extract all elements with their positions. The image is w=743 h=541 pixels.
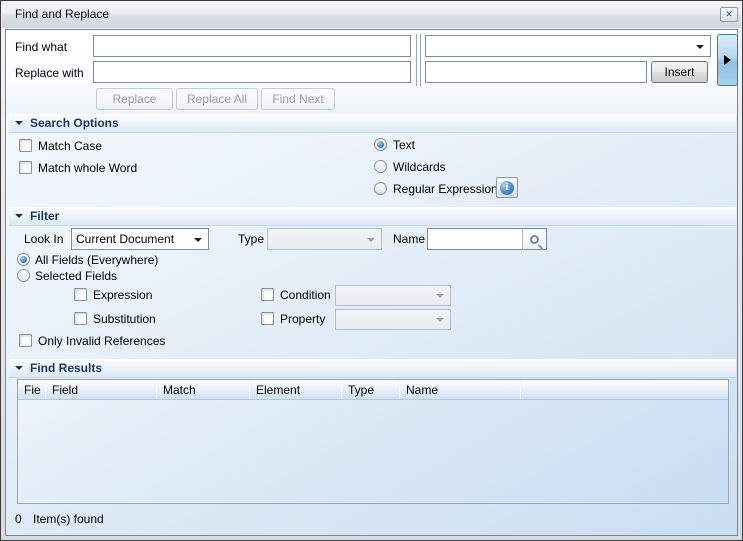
look-in-combobox[interactable]: Current Document (71, 228, 209, 250)
chevron-down-icon (194, 238, 202, 242)
column-header[interactable]: Fie (18, 380, 46, 399)
panel-divider (416, 34, 421, 86)
info-icon: i (500, 181, 514, 195)
match-case-label: Match Case (38, 139, 102, 153)
selected-fields-label: Selected Fields (35, 269, 117, 283)
condition-label: Condition (280, 288, 331, 302)
filter-title: Filter (30, 209, 59, 223)
find-next-button[interactable]: Find Next (261, 88, 335, 110)
search-icon (530, 235, 539, 244)
only-invalid-references-label: Only Invalid References (38, 334, 165, 348)
substitution-label: Substitution (93, 312, 156, 326)
mode-text-radio[interactable] (374, 138, 387, 151)
chevron-down-icon (367, 238, 375, 242)
insert-field-input[interactable] (425, 61, 647, 83)
find-results-title: Find Results (30, 361, 102, 375)
type-label: Type (238, 232, 264, 246)
all-fields-label: All Fields (Everywhere) (35, 253, 158, 267)
find-what-input[interactable] (93, 35, 411, 57)
insert-button[interactable]: Insert (651, 61, 708, 83)
substitution-checkbox (74, 312, 87, 325)
property-checkbox (261, 312, 274, 325)
column-header[interactable]: Field (46, 380, 157, 399)
find-results-header[interactable]: Find Results (9, 359, 736, 378)
search-options-header[interactable]: Search Options (9, 114, 736, 133)
column-header[interactable]: Match (157, 380, 250, 399)
replace-with-input[interactable] (93, 61, 411, 83)
window-title: Find and Replace (15, 7, 109, 21)
property-label: Property (280, 312, 325, 326)
column-header[interactable]: Element (250, 380, 342, 399)
replace-button[interactable]: Replace (96, 88, 173, 110)
look-in-value: Current Document (76, 232, 174, 246)
find-and-replace-dialog: Find and Replace ✕ Find what Replace wit… (0, 0, 743, 541)
expand-panel-button[interactable] (717, 34, 738, 86)
chevron-down-icon (436, 318, 444, 322)
arrow-right-icon (724, 55, 731, 65)
name-search-button[interactable] (522, 229, 546, 249)
mode-wildcards-label: Wildcards (393, 160, 446, 174)
look-in-label: Look In (24, 232, 63, 246)
close-button[interactable]: ✕ (720, 7, 738, 22)
all-fields-radio[interactable] (17, 253, 30, 266)
chevron-down-icon (696, 45, 704, 49)
expression-label: Expression (93, 288, 152, 302)
column-header[interactable]: Name (400, 380, 521, 399)
condition-combobox (335, 285, 451, 306)
match-whole-word-label: Match whole Word (38, 161, 137, 175)
property-combobox (335, 309, 451, 330)
regex-help-button[interactable]: i (496, 177, 518, 198)
mode-text-label: Text (393, 138, 415, 152)
replace-with-label: Replace with (15, 66, 84, 80)
type-combobox (267, 228, 382, 250)
match-whole-word-checkbox[interactable] (19, 161, 32, 174)
result-count: 0 (15, 512, 22, 526)
condition-checkbox (261, 288, 274, 301)
only-invalid-references-checkbox[interactable] (19, 334, 32, 347)
field-insert-combobox[interactable] (425, 35, 711, 57)
replace-all-button[interactable]: Replace All (176, 88, 258, 110)
status-text: Item(s) found (33, 512, 104, 526)
match-case-checkbox[interactable] (19, 139, 32, 152)
close-icon: ✕ (725, 10, 733, 19)
search-options-title: Search Options (30, 116, 119, 130)
title-bar[interactable]: Find and Replace (2, 1, 741, 28)
column-header[interactable]: Type (342, 380, 400, 399)
mode-regex-radio[interactable] (374, 182, 387, 195)
results-table-header: Fie Field Match Element Type Name (18, 380, 728, 400)
mode-wildcards-radio[interactable] (374, 160, 387, 173)
expression-checkbox (74, 288, 87, 301)
collapse-triangle-icon (15, 121, 23, 125)
collapse-triangle-icon (15, 214, 23, 218)
name-label: Name (393, 232, 425, 246)
collapse-triangle-icon (15, 366, 23, 370)
mode-regex-label: Regular Expression (393, 182, 498, 196)
results-table: Fie Field Match Element Type Name (17, 379, 729, 504)
column-header (521, 380, 728, 399)
find-what-label: Find what (15, 40, 67, 54)
selected-fields-radio[interactable] (17, 269, 30, 282)
filter-header[interactable]: Filter (9, 207, 736, 226)
chevron-down-icon (436, 294, 444, 298)
